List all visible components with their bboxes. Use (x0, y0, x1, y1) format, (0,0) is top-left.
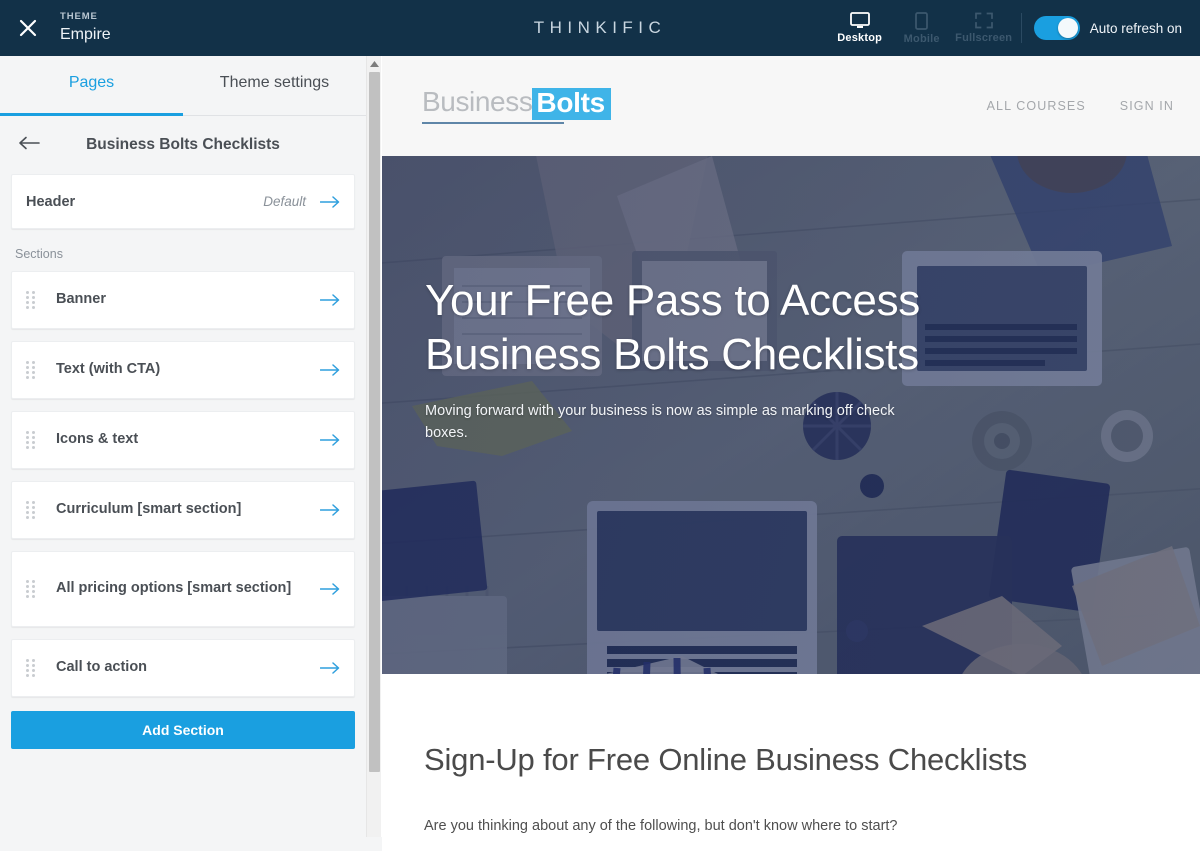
header-card-value: Default (263, 194, 306, 209)
add-section-button[interactable]: Add Section (11, 711, 355, 749)
theme-kicker: THEME (60, 11, 98, 23)
auto-refresh-group: Auto refresh on (1033, 16, 1190, 40)
theme-name: Empire (60, 25, 111, 43)
section-title: All pricing options [smart section] (56, 580, 292, 597)
arrow-right-icon[interactable] (318, 434, 340, 446)
auto-refresh-label: Auto refresh on (1089, 20, 1182, 36)
sections-label: Sections (15, 247, 63, 261)
arrow-right-icon[interactable] (318, 195, 340, 208)
drag-handle-icon[interactable] (26, 291, 48, 309)
device-mobile-label: Mobile (903, 32, 940, 45)
site-nav: ALL COURSES SIGN IN (987, 99, 1174, 113)
site-logo[interactable]: Business Bolts (422, 88, 611, 124)
section-title: Icons & text (56, 431, 139, 448)
site-preview: Business Bolts ALL COURSES SIGN IN Your … (382, 56, 1200, 851)
desktop-icon (849, 12, 870, 29)
close-icon (18, 18, 38, 38)
header-card[interactable]: Header Default (11, 174, 355, 229)
drag-handle-icon[interactable] (26, 361, 48, 379)
section-card-text-with-cta[interactable]: Text (with CTA) (11, 341, 355, 399)
theme-info: THEME Empire (60, 12, 111, 43)
nav-link-all-courses[interactable]: ALL COURSES (987, 99, 1086, 113)
toggle-knob (1057, 18, 1078, 38)
arrow-left-icon (18, 136, 40, 155)
tab-theme-settings-label: Theme settings (219, 74, 330, 91)
brand-text: THINKIFIC (533, 18, 667, 37)
toolbar-divider (1020, 13, 1022, 43)
banner-subtitle: Moving forward with your business is now… (425, 403, 895, 442)
page-title: Business Bolts Checklists (86, 136, 280, 153)
section-card-curriculum[interactable]: Curriculum [smart section] (11, 481, 355, 539)
nav-link-sign-in[interactable]: SIGN IN (1120, 99, 1174, 113)
arrow-right-icon[interactable] (318, 364, 340, 376)
fullscreen-icon (974, 12, 993, 29)
logo-text-business: Business (422, 86, 533, 117)
arrow-right-icon[interactable] (318, 294, 340, 306)
sidebar-page-header: Business Bolts Checklists (0, 116, 366, 174)
drag-handle-icon[interactable] (26, 580, 48, 598)
close-button[interactable] (0, 0, 56, 56)
caret-up-icon[interactable] (367, 56, 382, 71)
section-title: Call to action (56, 659, 148, 676)
device-fullscreen-label: Fullscreen (955, 32, 1013, 44)
section-title: Curriculum [smart section] (56, 501, 242, 518)
auto-refresh-toggle[interactable] (1033, 16, 1080, 40)
banner-section: Your Free Pass to Access Business Bolts … (382, 156, 1200, 674)
section-card-banner[interactable]: Banner (11, 271, 355, 329)
sidebar-bottom-strip (0, 837, 382, 851)
site-header: Business Bolts ALL COURSES SIGN IN (382, 56, 1200, 156)
content-section: Sign-Up for Free Online Business Checkli… (382, 674, 1200, 834)
mobile-icon (915, 11, 929, 30)
section-title: Text (with CTA) (56, 361, 161, 378)
drag-handle-icon[interactable] (26, 659, 48, 677)
section-card-icons-text[interactable]: Icons & text (11, 411, 355, 469)
content-paragraph: Are you thinking about any of the follow… (424, 818, 898, 834)
top-bar: THEME Empire THINKIFIC Desktop Mobile Fu… (0, 0, 1200, 56)
device-desktop[interactable]: Desktop (831, 12, 889, 44)
tab-theme-settings[interactable]: Theme settings (183, 56, 366, 116)
sidebar-scrollbar[interactable] (366, 56, 381, 851)
device-desktop-label: Desktop (837, 32, 883, 44)
logo-underline (422, 122, 564, 124)
back-button[interactable] (18, 136, 46, 155)
arrow-right-icon[interactable] (318, 504, 340, 516)
tab-pages[interactable]: Pages (0, 56, 183, 116)
section-card-all-pricing-options[interactable]: All pricing options [smart section] (11, 551, 355, 627)
banner-title: Your Free Pass to Access Business Bolts … (425, 276, 920, 379)
tab-pages-label: Pages (68, 74, 115, 91)
banner-text-block: Your Free Pass to Access Business Bolts … (425, 274, 1060, 445)
scrollbar-thumb[interactable] (369, 72, 380, 772)
sidebar-scroll-body: Header Default Sections Banner Text (wit… (0, 174, 366, 759)
logo-text-bolts: Bolts (532, 88, 611, 120)
drag-handle-icon[interactable] (26, 501, 48, 519)
arrow-right-icon[interactable] (318, 583, 340, 595)
header-card-title: Header (26, 193, 76, 210)
section-card-call-to-action[interactable]: Call to action (11, 639, 355, 697)
content-heading: Sign-Up for Free Online Business Checkli… (424, 742, 1028, 777)
sidebar-tabs: Pages Theme settings (0, 56, 366, 116)
drag-handle-icon[interactable] (26, 431, 48, 449)
sidebar: Pages Theme settings Business Bolts Chec… (0, 56, 366, 851)
device-preview-group: Desktop Mobile Fullscreen Auto refresh o… (829, 0, 1200, 56)
device-mobile[interactable]: Mobile (893, 11, 951, 45)
device-fullscreen[interactable]: Fullscreen (955, 12, 1013, 44)
section-title: Banner (56, 291, 106, 308)
arrow-right-icon[interactable] (318, 662, 340, 674)
